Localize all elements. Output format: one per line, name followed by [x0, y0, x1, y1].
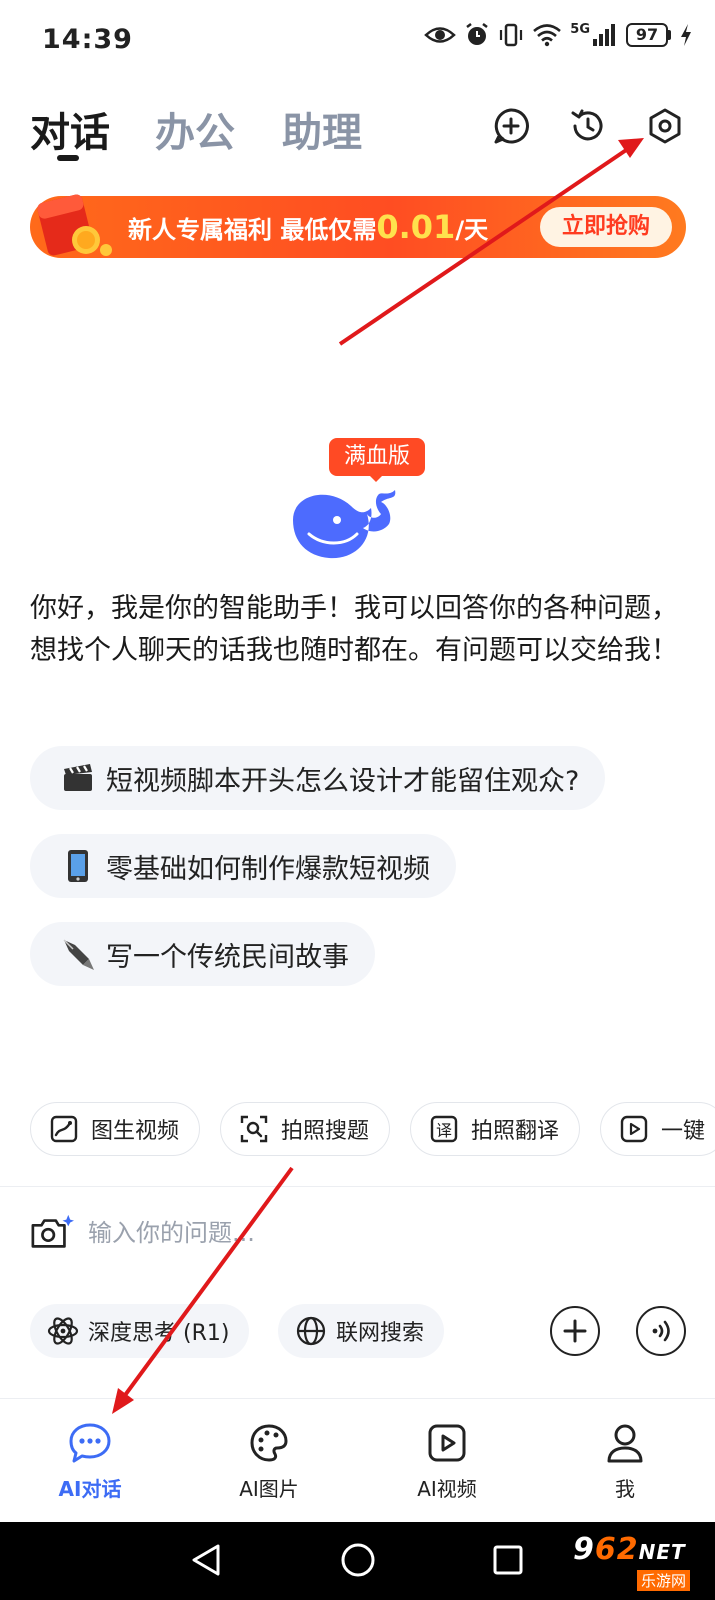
tab-office[interactable]: 办公 [155, 100, 235, 158]
new-chat-button[interactable] [489, 104, 533, 148]
web-search-toggle[interactable]: 联网搜索 [278, 1304, 445, 1358]
suggestion-chip[interactable]: 零基础如何制作爆款短视频 [30, 834, 456, 898]
chat-bubble-icon [68, 1421, 112, 1465]
tool-label: 拍照翻译 [471, 1119, 560, 1144]
suggestion-text: 写一个传统民间故事 [106, 941, 349, 973]
nav-label: AI图片 [239, 1477, 299, 1501]
recents-square-icon [493, 1545, 523, 1575]
system-nav-bar: 962NET 乐游网 [0, 1522, 715, 1600]
tab-chat[interactable]: 对话 [30, 100, 110, 158]
tab-assistant[interactable]: 助理 [282, 100, 362, 158]
user-icon [603, 1421, 647, 1465]
battery-indicator: 97 [626, 23, 671, 47]
play-icon [619, 1114, 649, 1144]
camera-button[interactable] [30, 1211, 74, 1255]
nav-label: AI视频 [417, 1477, 477, 1501]
voice-wave-icon [652, 1320, 670, 1342]
nav-ai-video[interactable]: AI视频 [387, 1421, 507, 1511]
input-row [30, 1208, 680, 1258]
system-back-button[interactable] [186, 1540, 226, 1580]
settings-button[interactable] [643, 104, 687, 148]
tool-image-to-video[interactable]: 图生视频 [30, 1102, 201, 1156]
charging-icon [681, 24, 691, 46]
system-home-button[interactable] [338, 1540, 378, 1580]
history-button[interactable] [566, 104, 610, 148]
promo-banner[interactable]: 新人专属福利 最低仅需0.01/天 立即抢购 [30, 194, 686, 258]
nav-label: AI对话 [58, 1477, 122, 1501]
suggestion-text: 短视频脚本开头怎么设计才能留住观众? [106, 765, 580, 797]
status-bar: 14:39 5G 97 [0, 0, 715, 84]
tool-one-click[interactable]: 一键 [600, 1102, 715, 1156]
globe-icon [294, 1314, 328, 1348]
deep-think-toggle[interactable]: 深度思考 (R1) [30, 1304, 250, 1358]
palette-icon [247, 1421, 291, 1465]
annotation-arrow-nav [118, 1166, 294, 1404]
home-circle-icon [341, 1543, 375, 1577]
whale-logo-icon [293, 490, 396, 559]
watermark-logo: 962NET 乐游网 [573, 1532, 709, 1594]
history-icon [571, 109, 603, 141]
signal-icon [593, 24, 615, 46]
svg-text:译: 译 [436, 1121, 452, 1140]
promo-text-suffix: /天 [455, 216, 489, 244]
promo-text-prefix: 新人专属福利 最低仅需 [128, 216, 377, 244]
suggestion-chip[interactable]: 短视频脚本开头怎么设计才能留住观众? [30, 746, 606, 810]
network-type: 5G [570, 22, 590, 37]
watermark-sub: 乐游网 [637, 1570, 691, 1591]
alarm-icon [466, 23, 489, 45]
promo-price: 0.01 [376, 208, 456, 246]
clapperboard-icon [60, 760, 96, 796]
nav-ai-image[interactable]: AI图片 [209, 1421, 329, 1511]
translate-icon: 译 [429, 1114, 459, 1144]
divider [0, 1186, 715, 1187]
attach-button[interactable] [550, 1306, 600, 1356]
fountain-pen-icon [60, 936, 96, 972]
suggestion-text: 零基础如何制作爆款短视频 [106, 853, 430, 885]
nav-label: 我 [615, 1477, 635, 1501]
question-input[interactable] [88, 1219, 648, 1247]
greeting-text: 你好，我是你的智能助手！我可以回答你的各种问题，想找个人聊天的话我也随时都在。有… [30, 593, 678, 666]
atom-icon [46, 1314, 80, 1348]
red-envelope-icon [37, 194, 112, 256]
option-label: 深度思考 (R1) [88, 1321, 230, 1346]
camera-icon [31, 1214, 74, 1248]
tool-row: 图生视频 拍照搜题 译 拍照翻译 一键 [30, 1102, 715, 1156]
status-time: 14:39 [42, 24, 133, 55]
wifi-icon [533, 24, 562, 47]
tool-label: 图生视频 [91, 1119, 180, 1144]
status-icons: 5G 97 [424, 22, 693, 48]
nav-ai-chat[interactable]: AI对话 [30, 1421, 150, 1511]
mobile-phone-icon [60, 848, 96, 884]
tool-photo-search[interactable]: 拍照搜题 [220, 1102, 391, 1156]
top-header: 对话 办公 助理 [0, 96, 715, 168]
active-tab-indicator [57, 155, 79, 161]
tool-label: 一键 [661, 1119, 706, 1144]
nav-me[interactable]: 我 [565, 1421, 685, 1511]
bottom-nav: AI对话 AI图片 AI视频 我 [0, 1398, 715, 1522]
promo-text: 新人专属福利 最低仅需0.01/天 [128, 208, 488, 246]
system-recents-button[interactable] [488, 1540, 528, 1580]
watermark-main: 962NET [573, 1532, 686, 1567]
plus-icon [563, 1319, 587, 1343]
suggestion-chip[interactable]: 写一个传统民间故事 [30, 922, 375, 986]
tool-photo-translate[interactable]: 译 拍照翻译 [410, 1102, 581, 1156]
vibrate-icon [500, 23, 523, 47]
option-label: 联网搜索 [336, 1321, 425, 1346]
settings-icon [649, 108, 681, 144]
new-chat-icon [494, 108, 529, 144]
battery-level: 97 [626, 23, 668, 47]
voice-button[interactable] [636, 1306, 686, 1356]
buy-now-button[interactable]: 立即抢购 [540, 207, 672, 247]
back-triangle-icon [192, 1544, 220, 1576]
tool-label: 拍照搜题 [281, 1119, 370, 1144]
photo-search-icon [239, 1114, 269, 1144]
eye-icon [424, 27, 457, 43]
full-version-badge: 满血版 [329, 438, 425, 476]
video-icon [425, 1421, 469, 1465]
image-video-icon [49, 1114, 79, 1144]
